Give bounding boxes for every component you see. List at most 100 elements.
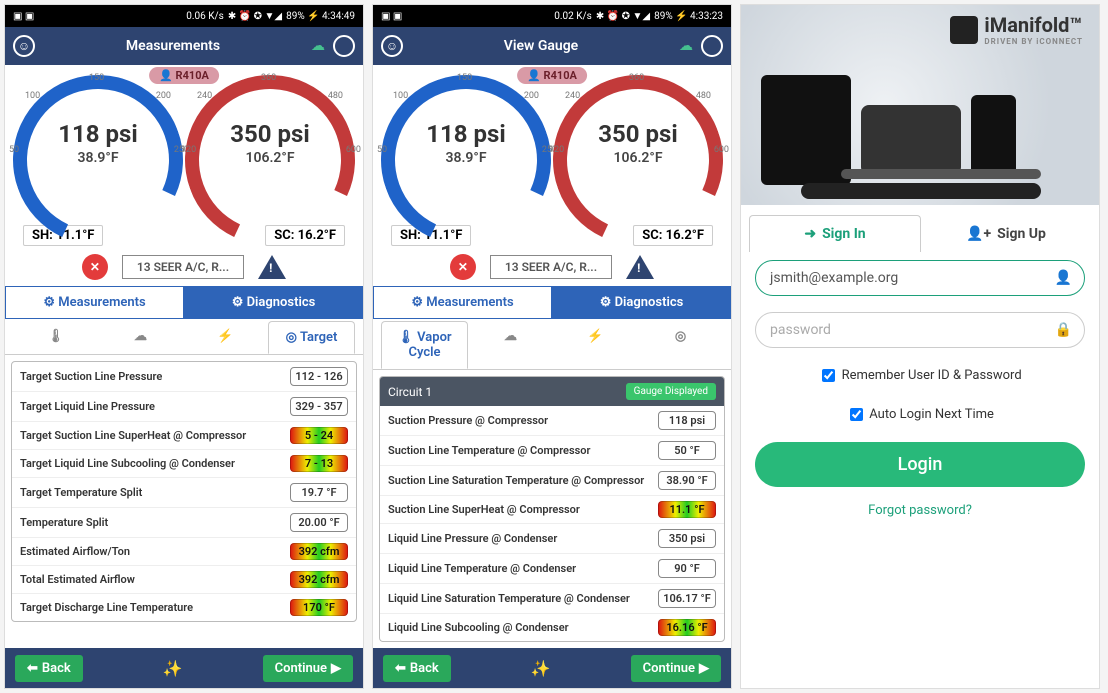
table-row: Liquid Line Subcooling @ Condenser16.16 …	[380, 613, 724, 641]
row-label: Liquid Line Subcooling @ Condenser	[388, 621, 658, 634]
liquid-gauge[interactable]: 120 240 360 480 600 350 psi 106.2°F	[553, 75, 723, 215]
row-value[interactable]: 112 - 126	[290, 367, 348, 386]
sub-tabs: 🌡 ☁ ⚡ ◎ Target	[5, 319, 363, 355]
remember-checkbox[interactable]: Remember User ID & Password	[741, 366, 1099, 385]
warning-icon[interactable]	[258, 255, 286, 279]
refresh-icon[interactable]	[701, 35, 723, 57]
subtab-bolt-icon[interactable]: ⚡	[553, 321, 638, 369]
row-value[interactable]: 170 °F	[290, 599, 348, 616]
wand-icon[interactable]: ✨	[531, 659, 551, 678]
continue-button[interactable]: Continue ▶	[631, 655, 721, 682]
table-row: Target Suction Line SuperHeat @ Compress…	[12, 421, 356, 449]
row-label: Target Suction Line Pressure	[20, 370, 290, 383]
row-value[interactable]: 11.1 °F	[658, 501, 716, 518]
refrigerant-badge[interactable]: 👤 R410A	[517, 67, 587, 84]
back-button[interactable]: ⬅ Back	[15, 655, 83, 682]
wand-icon[interactable]: ✨	[163, 659, 183, 678]
subtab-vapor-cycle[interactable]: 🌡 Vapor Cycle	[381, 321, 468, 369]
tab-measurements[interactable]: ⚙ Measurements	[5, 286, 184, 319]
back-button[interactable]: ⬅ Back	[383, 655, 451, 682]
footer-bar: ⬅ Back ✨ Continue ▶	[5, 648, 363, 688]
circuit-header[interactable]: Circuit 1 Gauge Displayed	[380, 377, 724, 406]
table-row: Target Liquid Line Subcooling @ Condense…	[12, 449, 356, 477]
tab-measurements[interactable]: ⚙ Measurements	[373, 286, 552, 319]
vapor-list: Circuit 1 Gauge Displayed Suction Pressu…	[379, 376, 725, 642]
target-list: Target Suction Line Pressure112 - 126Tar…	[11, 361, 357, 622]
gauge-panel: 👤 R410A 50 100 150 200 250 118 psi 38.9°…	[373, 65, 731, 225]
row-value[interactable]: 16.16 °F	[658, 619, 716, 636]
equipment-selector[interactable]: 13 SEER A/C, R...	[490, 255, 612, 279]
subtab-thermo-icon[interactable]: 🌡	[13, 321, 98, 354]
email-field[interactable]: jsmith@example.org 👤	[755, 260, 1085, 296]
row-label: Liquid Line Pressure @ Condenser	[388, 532, 658, 545]
app-header: ☺ Measurements ☁	[5, 27, 363, 65]
tab-sign-in[interactable]: ➜ Sign In	[749, 215, 921, 252]
row-value[interactable]: 106.17 °F	[658, 589, 716, 608]
equipment-selector[interactable]: 13 SEER A/C, R...	[122, 255, 244, 279]
gauge-panel: 👤 R410A 50 100 150 200 250 118 psi 38.9°…	[5, 65, 363, 225]
refrigerant-badge[interactable]: 👤 R410A	[149, 67, 219, 84]
subtab-cloud-icon[interactable]: ☁	[98, 321, 183, 354]
row-value[interactable]: 7 - 13	[290, 455, 348, 472]
continue-button[interactable]: Continue ▶	[263, 655, 353, 682]
table-row: Target Suction Line Pressure112 - 126	[12, 362, 356, 391]
status-bar: ▣ ▣ 0.02 K/s ✱ ⏰ ✪ ▼◢ 89% ⚡ 4:33:23	[373, 5, 731, 27]
subtab-bolt-icon[interactable]: ⚡	[183, 321, 268, 354]
row-label: Suction Line Saturation Temperature @ Co…	[388, 474, 658, 487]
cloud-icon[interactable]: ☁	[311, 38, 325, 54]
forgot-password-link[interactable]: Forgot password?	[741, 503, 1099, 518]
lock-icon: 🔒	[1055, 322, 1072, 338]
row-value[interactable]: 20.00 °F	[290, 513, 348, 532]
table-row: Temperature Split20.00 °F	[12, 507, 356, 537]
error-icon[interactable]: ✕	[450, 254, 476, 280]
tab-diagnostics[interactable]: ⚙ Diagnostics	[552, 286, 731, 319]
table-row: Liquid Line Pressure @ Condenser350 psi	[380, 523, 724, 553]
row-label: Suction Line SuperHeat @ Compressor	[388, 503, 658, 516]
row-label: Liquid Line Saturation Temperature @ Con…	[388, 592, 658, 605]
gauge-displayed-badge[interactable]: Gauge Displayed	[626, 383, 716, 400]
row-label: Total Estimated Airflow	[20, 573, 290, 586]
subtab-target-icon[interactable]: ◎	[638, 321, 723, 369]
row-label: Target Suction Line SuperHeat @ Compress…	[20, 429, 290, 442]
suction-gauge[interactable]: 50 100 150 200 250 118 psi 38.9°F	[13, 75, 183, 215]
subtab-target[interactable]: ◎ Target	[268, 321, 355, 354]
profile-icon[interactable]: ☺	[381, 35, 403, 57]
row-value[interactable]: 350 psi	[658, 529, 716, 548]
cloud-icon[interactable]: ☁	[679, 38, 693, 54]
liquid-gauge[interactable]: 120 240 360 480 600 350 psi 106.2°F	[185, 75, 355, 215]
row-label: Target Discharge Line Temperature	[20, 601, 290, 614]
row-value[interactable]: 329 - 357	[290, 397, 348, 416]
screen-login: iManifold™ DRIVEN BY iCONNECT ➜ Sign In …	[740, 4, 1100, 689]
password-field[interactable]: password 🔒	[755, 312, 1085, 348]
row-label: Target Temperature Split	[20, 486, 290, 499]
row-value[interactable]: 392 cfm	[290, 571, 348, 588]
table-row: Estimated Airflow/Ton392 cfm	[12, 537, 356, 565]
user-icon: 👤	[1055, 270, 1072, 286]
table-row: Target Temperature Split19.7 °F	[12, 477, 356, 507]
profile-icon[interactable]: ☺	[13, 35, 35, 57]
autologin-checkbox[interactable]: Auto Login Next Time	[741, 405, 1099, 424]
table-row: Target Liquid Line Pressure329 - 357	[12, 391, 356, 421]
row-value[interactable]: 5 - 24	[290, 427, 348, 444]
row-value[interactable]: 392 cfm	[290, 543, 348, 560]
row-value[interactable]: 19.7 °F	[290, 483, 348, 502]
warning-icon[interactable]	[626, 255, 654, 279]
table-row: Suction Line Temperature @ Compressor50 …	[380, 435, 724, 465]
table-row: Suction Line SuperHeat @ Compressor11.1 …	[380, 495, 724, 523]
row-value[interactable]: 38.90 °F	[658, 471, 716, 490]
screen-view-gauge: ▣ ▣ 0.02 K/s ✱ ⏰ ✪ ▼◢ 89% ⚡ 4:33:23 ☺ Vi…	[372, 4, 732, 689]
login-button[interactable]: Login	[755, 442, 1085, 487]
liquid-pressure: 350 psi	[185, 120, 355, 148]
table-row: Suction Pressure @ Compressor118 psi	[380, 406, 724, 435]
suction-gauge[interactable]: 50 100 150 200 250 118 psi 38.9°F	[381, 75, 551, 215]
row-value[interactable]: 118 psi	[658, 411, 716, 430]
refresh-icon[interactable]	[333, 35, 355, 57]
subtab-cloud-icon[interactable]: ☁	[468, 321, 553, 369]
liquid-temp: 106.2°F	[185, 150, 355, 166]
row-value[interactable]: 90 °F	[658, 559, 716, 578]
row-value[interactable]: 50 °F	[658, 441, 716, 460]
tab-diagnostics[interactable]: ⚙ Diagnostics	[184, 286, 363, 319]
tab-sign-up[interactable]: 👤+ Sign Up	[921, 215, 1091, 252]
status-bar: ▣ ▣ 0.06 K/s ✱ ⏰ ✪ ▼◢ 89% ⚡ 4:34:49	[5, 5, 363, 27]
error-icon[interactable]: ✕	[82, 254, 108, 280]
